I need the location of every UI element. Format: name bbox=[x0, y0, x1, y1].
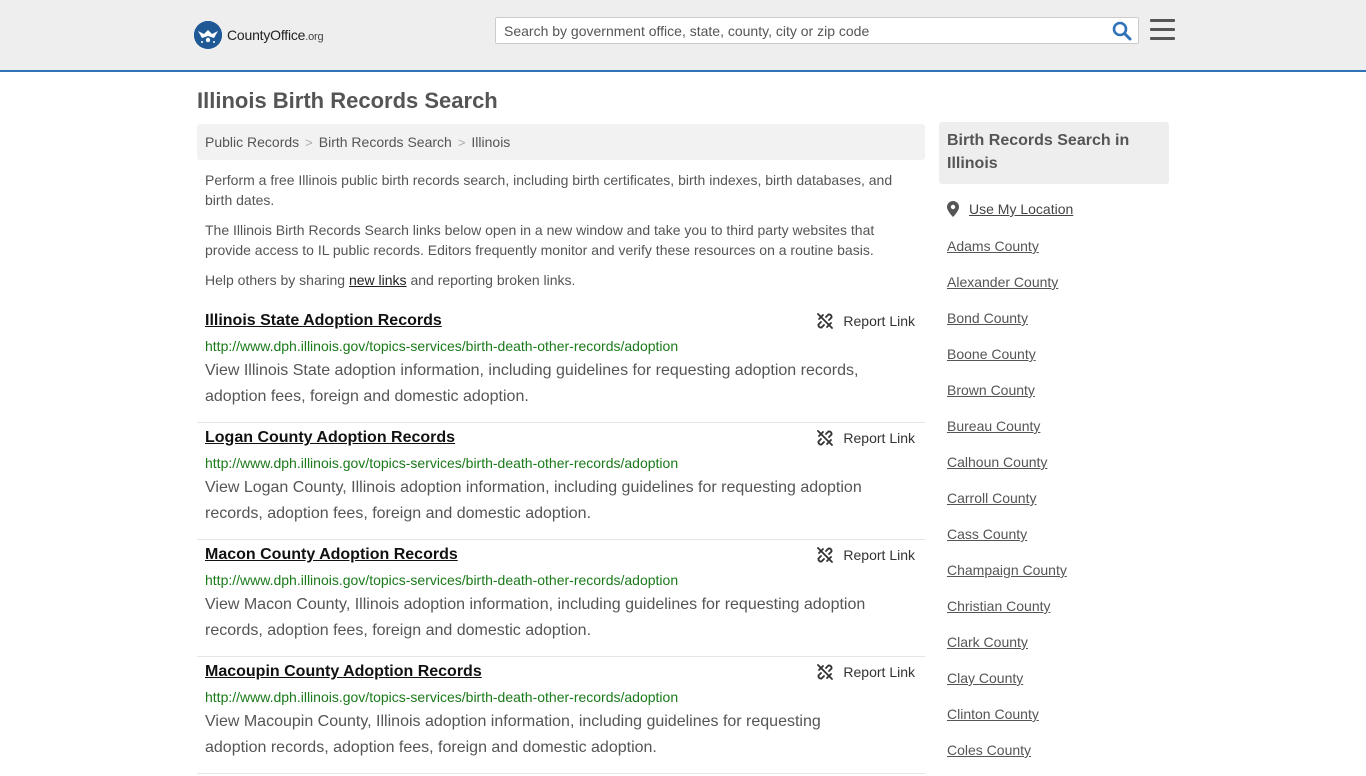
result-description: View Macoupin County, Illinois adoption … bbox=[205, 713, 821, 756]
result-url[interactable]: http://www.dph.illinois.gov/topics-servi… bbox=[205, 338, 678, 354]
result-description: View Macon County, Illinois adoption inf… bbox=[205, 596, 866, 639]
intro-text: Help others by sharing bbox=[205, 272, 349, 288]
logo-text-suffix: .org bbox=[305, 31, 324, 43]
list-item: Cass County bbox=[947, 524, 1067, 560]
list-item: Calhoun County bbox=[947, 452, 1067, 488]
map-pin-icon bbox=[947, 201, 959, 217]
broken-link-icon bbox=[817, 664, 834, 680]
eagle-seal-icon bbox=[194, 21, 222, 49]
breadcrumb-public-records[interactable]: Public Records bbox=[205, 134, 299, 150]
intro-paragraph-2: The Illinois Birth Records Search links … bbox=[205, 222, 875, 258]
site-logo[interactable]: CountyOffice.org bbox=[194, 20, 324, 50]
search-icon[interactable] bbox=[1112, 21, 1132, 41]
chevron-right-icon: > bbox=[305, 135, 313, 150]
breadcrumb-illinois[interactable]: Illinois bbox=[471, 134, 510, 150]
result-url[interactable]: http://www.dph.illinois.gov/topics-servi… bbox=[205, 455, 678, 471]
list-item: Brown County bbox=[947, 380, 1067, 416]
hamburger-menu-icon[interactable] bbox=[1150, 19, 1175, 41]
broken-link-icon bbox=[817, 313, 834, 329]
chevron-right-icon: > bbox=[457, 135, 466, 150]
page-title: Illinois Birth Records Search bbox=[197, 88, 498, 113]
logo-text-main: CountyOffice bbox=[227, 27, 306, 43]
list-item: Boone County bbox=[947, 344, 1067, 380]
county-link[interactable]: Carroll County bbox=[947, 490, 1036, 506]
report-link-label: Report Link bbox=[843, 664, 915, 680]
list-item: Adams County bbox=[947, 236, 1067, 272]
logo-wordmark: CountyOffice.org bbox=[227, 27, 324, 43]
result-item: Illinois State Adoption Records Report L… bbox=[197, 306, 925, 423]
search-input[interactable] bbox=[496, 18, 1096, 43]
county-link[interactable]: Brown County bbox=[947, 382, 1035, 398]
list-item: Bureau County bbox=[947, 416, 1067, 452]
broken-link-icon bbox=[817, 430, 834, 446]
list-item: Carroll County bbox=[947, 488, 1067, 524]
list-item: Clay County bbox=[947, 668, 1067, 704]
intro-paragraph-1: Perform a free Illinois public birth rec… bbox=[205, 172, 893, 208]
list-item: Clinton County bbox=[947, 704, 1067, 740]
broken-link-icon bbox=[817, 547, 834, 563]
county-link[interactable]: Bond County bbox=[947, 310, 1028, 326]
report-link-button[interactable]: Report Link bbox=[817, 430, 915, 446]
list-item: Bond County bbox=[947, 308, 1067, 344]
county-link[interactable]: Bureau County bbox=[947, 418, 1040, 434]
result-title-link[interactable]: Illinois State Adoption Records bbox=[205, 312, 442, 330]
county-link[interactable]: Clinton County bbox=[947, 706, 1039, 722]
result-description: View Logan County, Illinois adoption inf… bbox=[205, 479, 862, 522]
result-description: View Illinois State adoption information… bbox=[205, 362, 859, 405]
list-item: Christian County bbox=[947, 596, 1067, 632]
result-url[interactable]: http://www.dph.illinois.gov/topics-servi… bbox=[205, 689, 678, 705]
list-item: Alexander County bbox=[947, 272, 1067, 308]
county-link[interactable]: Cass County bbox=[947, 526, 1027, 542]
result-title-link[interactable]: Logan County Adoption Records bbox=[205, 429, 455, 447]
new-links-link[interactable]: new links bbox=[349, 272, 407, 288]
sidebar-heading: Birth Records Search in Illinois bbox=[939, 122, 1169, 184]
county-link[interactable]: Alexander County bbox=[947, 274, 1058, 290]
list-item: Clark County bbox=[947, 632, 1067, 668]
county-link[interactable]: Coles County bbox=[947, 742, 1031, 758]
use-my-location: Use My Location bbox=[947, 201, 1073, 217]
result-title-link[interactable]: Macoupin County Adoption Records bbox=[205, 663, 482, 681]
result-item: Macoupin County Adoption Records Report … bbox=[197, 657, 925, 774]
use-my-location-link[interactable]: Use My Location bbox=[969, 201, 1073, 217]
county-link[interactable]: Adams County bbox=[947, 238, 1039, 254]
intro-paragraph-3: Help others by sharing new links and rep… bbox=[205, 270, 905, 290]
county-link[interactable]: Calhoun County bbox=[947, 454, 1047, 470]
list-item: Champaign County bbox=[947, 560, 1067, 596]
county-link[interactable]: Christian County bbox=[947, 598, 1051, 614]
county-link[interactable]: Boone County bbox=[947, 346, 1036, 362]
report-link-label: Report Link bbox=[843, 547, 915, 563]
breadcrumb-birth-records-search[interactable]: Birth Records Search bbox=[319, 134, 452, 150]
result-title-link[interactable]: Macon County Adoption Records bbox=[205, 546, 458, 564]
list-item: Coles County bbox=[947, 740, 1067, 776]
county-link[interactable]: Clay County bbox=[947, 670, 1023, 686]
report-link-button[interactable]: Report Link bbox=[817, 664, 915, 680]
county-list: Adams County Alexander County Bond Count… bbox=[947, 236, 1067, 776]
result-item: Macon County Adoption Records Report Lin… bbox=[197, 540, 925, 657]
report-link-label: Report Link bbox=[843, 313, 915, 329]
report-link-button[interactable]: Report Link bbox=[817, 547, 915, 563]
report-link-label: Report Link bbox=[843, 430, 915, 446]
site-header: CountyOffice.org bbox=[0, 0, 1366, 72]
report-link-button[interactable]: Report Link bbox=[817, 313, 915, 329]
breadcrumb: Public Records > Birth Records Search > Illi… bbox=[197, 124, 925, 160]
result-item: Logan County Adoption Records Report Lin… bbox=[197, 423, 925, 540]
intro-text: and reporting broken links. bbox=[406, 272, 576, 288]
county-link[interactable]: Clark County bbox=[947, 634, 1028, 650]
result-url[interactable]: http://www.dph.illinois.gov/topics-servi… bbox=[205, 572, 678, 588]
county-link[interactable]: Champaign County bbox=[947, 562, 1067, 578]
search-box bbox=[495, 17, 1139, 44]
